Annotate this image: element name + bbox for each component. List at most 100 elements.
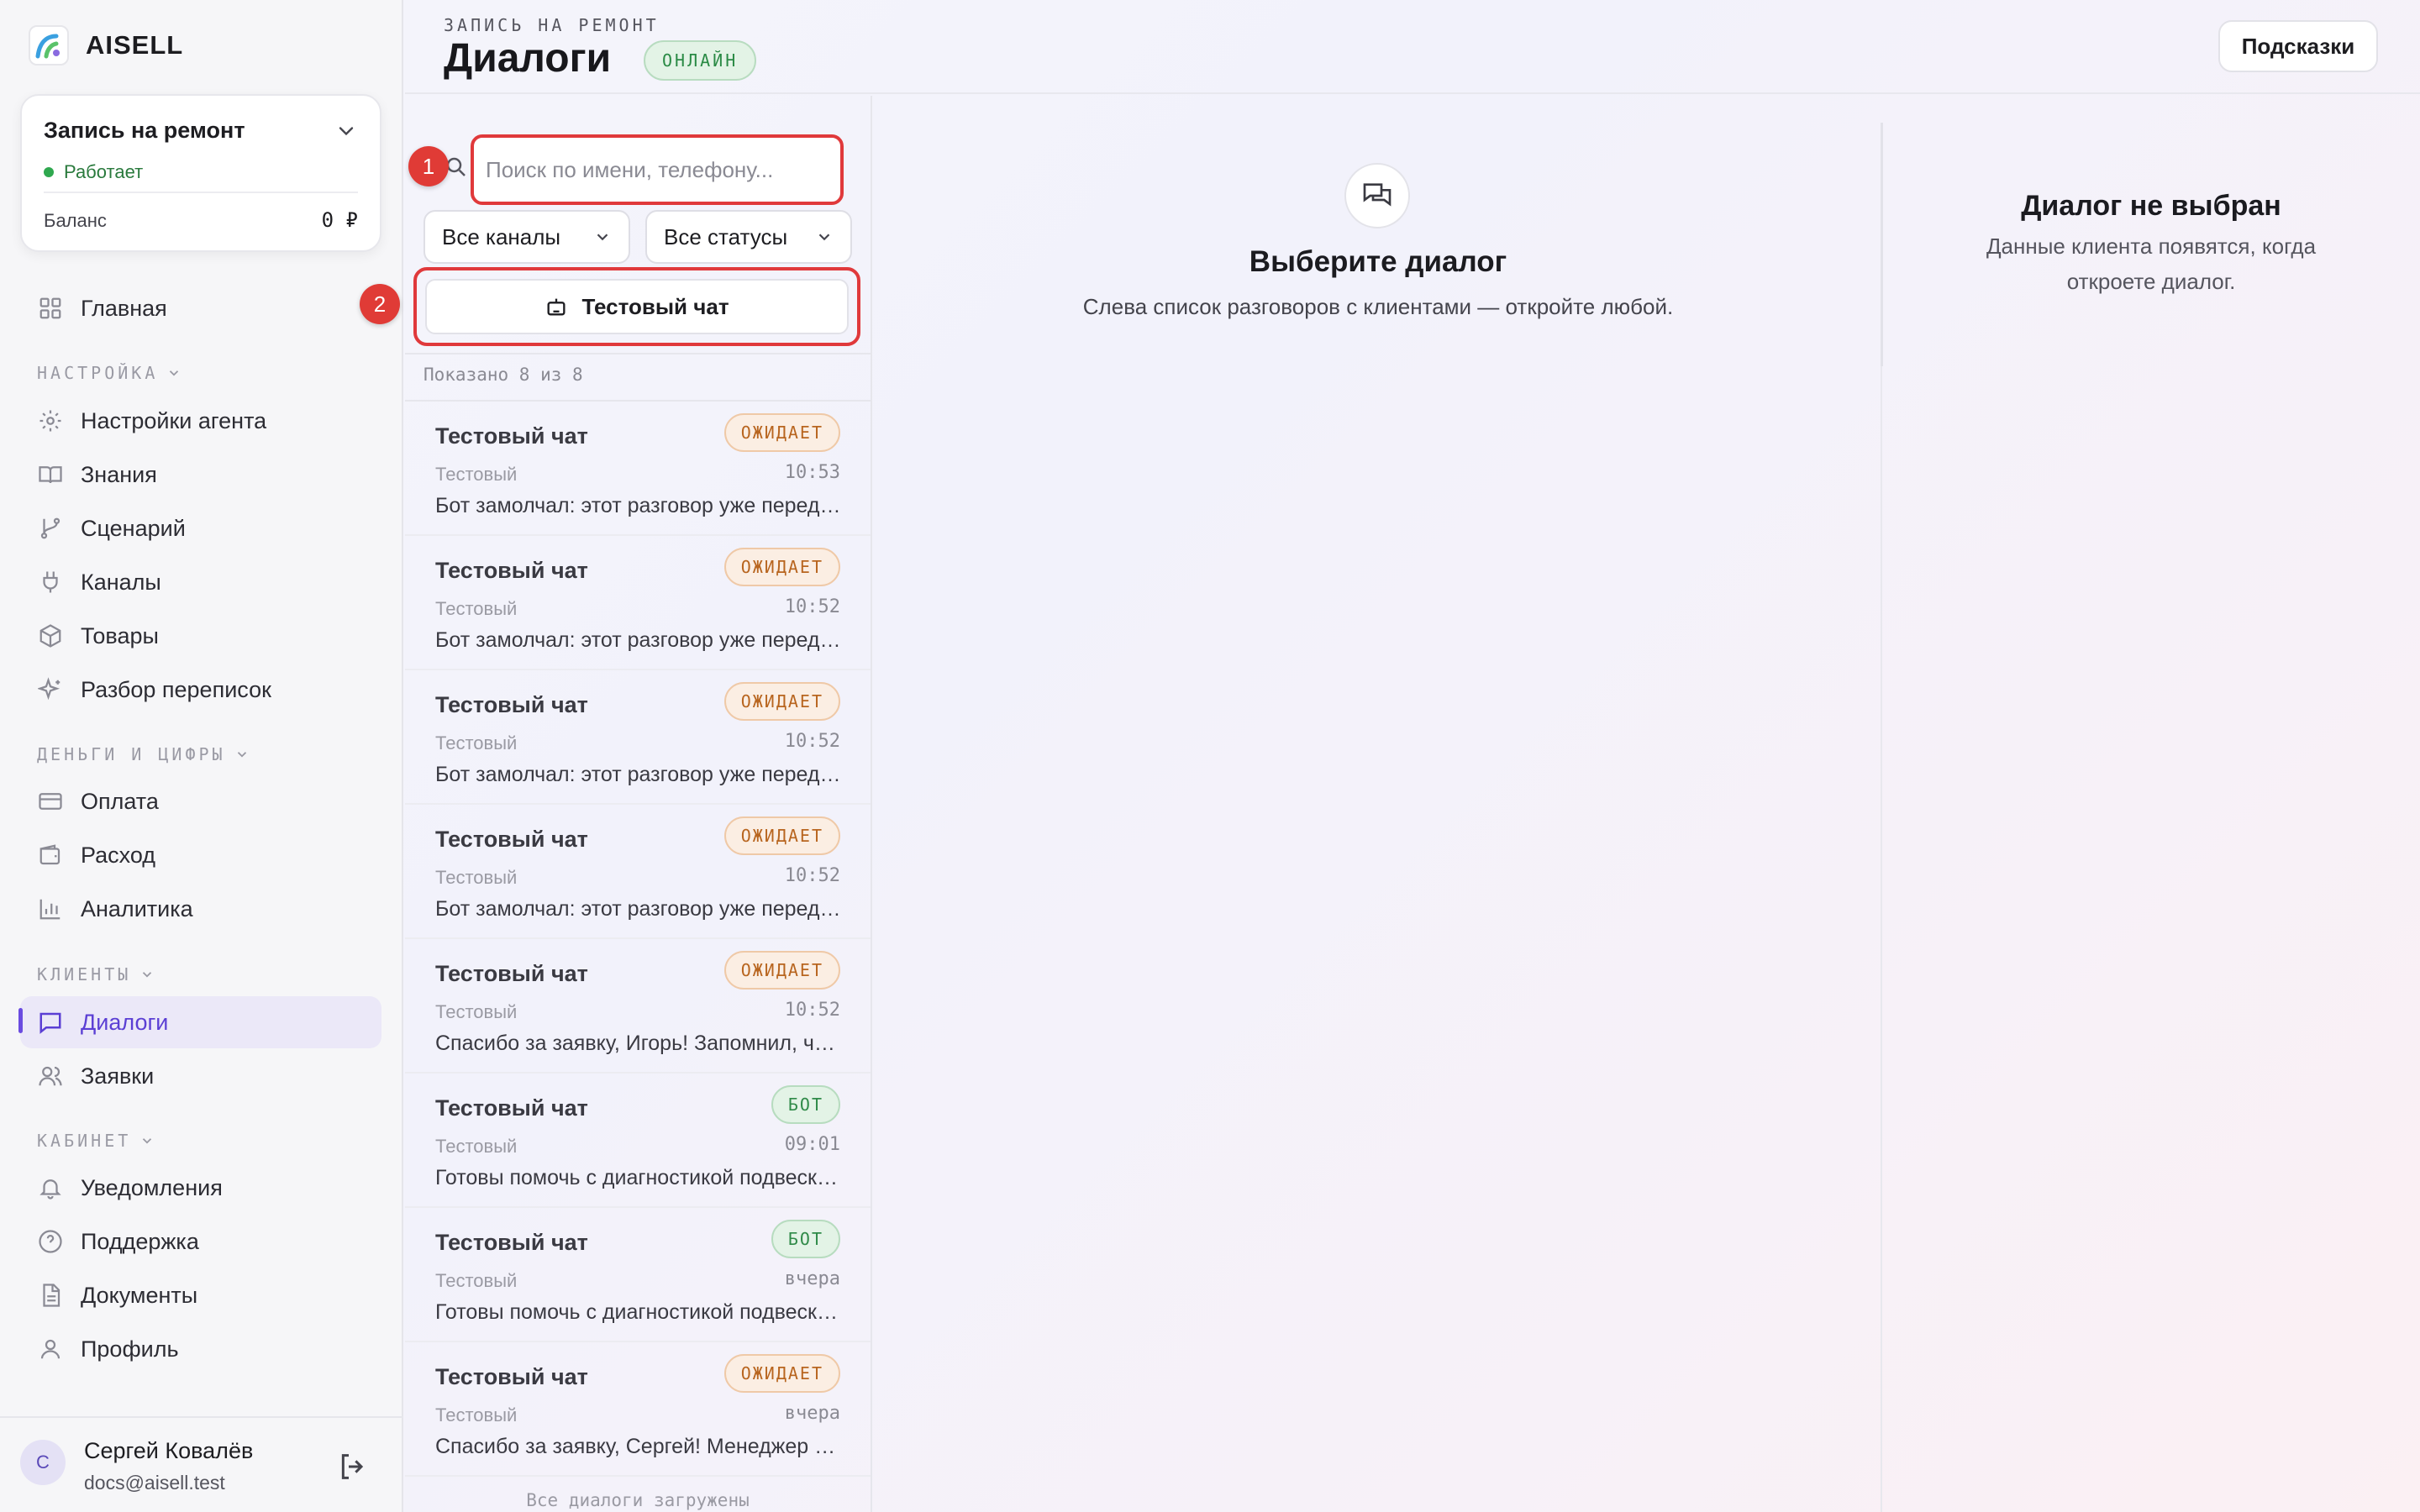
nav-item-support[interactable]: Поддержка [20,1215,381,1268]
dialog-time: вчера [784,1403,840,1424]
balance-value: 0 ₽ [321,208,358,232]
test-chat-label: Тестовый чат [581,293,729,319]
status-badge: ОЖИДАЕТ [723,413,840,452]
status-badge: ОЖИДАЕТ [723,548,840,586]
channel-filter[interactable]: Все каналы [424,210,630,264]
nav-label: Уведомления [81,1174,223,1200]
section-clients[interactable]: КЛИЕНТЫ [37,964,155,984]
avatar[interactable]: С [20,1440,66,1485]
dialog-item[interactable]: Тестовый чат ОЖИДАЕТ Тестовый 10:52 Бот замо… [405,805,871,939]
nav-item-profile[interactable]: Профиль [20,1323,381,1375]
gear-icon [37,407,64,434]
status-dot [44,167,54,177]
dialog-time: вчера [784,1268,840,1289]
nav-item-expense[interactable]: Расход [20,829,381,881]
dialog-name: Тестовый чат [435,1364,588,1389]
nav-item-goods[interactable]: Товары [20,610,381,662]
dialog-channel: Тестовый [435,1136,518,1157]
chevron-down-icon[interactable] [334,119,358,143]
shown-count: Показано 8 из 8 [424,365,583,385]
status-filter[interactable]: Все статусы [645,210,852,264]
dialog-channel: Тестовый [435,1270,518,1291]
status-badge: БОТ [771,1085,840,1124]
dialog-preview: Готовы помочь с диагностикой подвески ва… [435,1300,844,1324]
section-cabinet[interactable]: КАБИНЕТ [37,1131,155,1151]
dialog-channel: Тестовый [435,732,518,753]
divider [0,1416,403,1418]
chevron-down-icon [143,1138,152,1144]
wallet-icon [37,842,64,869]
nav-label: Сценарий [81,515,186,541]
nav-label: Заявки [81,1063,155,1089]
project-status: Работает [44,161,143,183]
logout-icon[interactable] [336,1450,370,1483]
nav-item-channels[interactable]: Каналы [20,556,381,608]
status-badge: ОЖИДАЕТ [723,951,840,990]
dialog-preview: Бот замолчал: этот разговор уже передан … [435,628,844,652]
search-input[interactable] [486,150,822,190]
section-money[interactable]: ДЕНЬГИ И ЦИФРЫ [37,744,250,764]
search-highlight [471,134,844,205]
nav-item-requests[interactable]: Заявки [20,1050,381,1102]
nav-label: Оплата [81,788,159,814]
nav-label: Поддержка [81,1228,199,1254]
nav-label: Аналитика [81,895,193,921]
section-settings[interactable]: НАСТРОЙКА [37,363,182,383]
dialog-item[interactable]: Тестовый чат ОЖИДАЕТ Тестовый 10:53 Бот замо… [405,402,871,536]
client-panel-title: Диалог не выбран [2021,190,2281,222]
nav-item-payment[interactable]: Оплата [20,775,381,827]
dialog-time: 10:52 [784,596,840,617]
dialog-item[interactable]: Тестовый чат ОЖИДАЕТ Тестовый 10:52 Бот замо… [405,670,871,805]
chevron-down-icon [818,234,830,241]
chart-icon [37,895,64,922]
dialog-item[interactable]: Тестовый чат ОЖИДАЕТ Тестовый 10:52 Спасибо … [405,939,871,1074]
branch-icon [37,515,64,542]
nav-item-home[interactable]: Главная [20,282,381,334]
robot-icon [547,298,566,316]
divider [44,192,358,193]
nav-item-agent-settings[interactable]: Настройки агента [20,395,381,447]
nav-item-review[interactable]: Разбор переписок [20,664,381,716]
chevron-down-icon [170,370,179,376]
document-icon [37,1282,64,1309]
dialog-preview: Готовы помочь с диагностикой подвески ва… [435,1166,844,1189]
dialog-preview: Спасибо за заявку, Сергей! Менеджер свяж… [435,1435,844,1458]
section-label: ДЕНЬГИ И ЦИФРЫ [37,744,226,764]
status-badge: ОЖИДАЕТ [723,816,840,855]
nav-item-documents[interactable]: Документы [20,1269,381,1321]
dialog-item[interactable]: Тестовый чат БОТ Тестовый вчера Готовы помоч… [405,1208,871,1342]
empty-title: Выберите диалог [1249,245,1507,278]
dialog-item[interactable]: Тестовый чат ОЖИДАЕТ Тестовый вчера Спасибо … [405,1342,871,1477]
channel-filter-value: Все каналы [442,223,561,249]
nav-item-notifications[interactable]: Уведомления [20,1162,381,1214]
grid-icon [37,295,64,322]
test-chat-button[interactable]: Тестовый чат [425,279,849,334]
nav-label: Диалоги [81,1009,169,1035]
nav-label: Расход [81,842,156,868]
status-badge: ОЖИДАЕТ [723,1354,840,1393]
dialog-preview: Бот замолчал: этот разговор уже передан … [435,763,844,786]
dialog-item[interactable]: Тестовый чат ОЖИДАЕТ Тестовый 10:52 Бот замо… [405,536,871,670]
nav-label: Профиль [81,1336,179,1362]
chevron-down-icon [597,234,608,241]
dialog-channel: Тестовый [435,598,518,619]
nav-item-analytics[interactable]: Аналитика [20,883,381,935]
nav-item-scenario[interactable]: Сценарий [20,502,381,554]
dialog-name: Тестовый чат [435,827,588,852]
nav-label: Главная [81,295,167,321]
section-label: КАБИНЕТ [37,1131,132,1151]
nav-label: Документы [81,1282,198,1308]
hints-button[interactable]: Подсказки [2218,20,2378,72]
project-card[interactable]: Запись на ремонт Работает Баланс 0 ₽ [20,94,381,252]
page-header: ЗАПИСЬ НА РЕМОНТ Диалоги ОНЛАЙН Подсказк… [405,0,2420,94]
nav-item-dialogs[interactable]: Диалоги [20,996,381,1048]
dialog-item[interactable]: Тестовый чат БОТ Тестовый 09:01 Готовы помоч… [405,1074,871,1208]
nav-item-knowledge[interactable]: Знания [20,449,381,501]
dialog-time: 10:52 [784,865,840,886]
brand[interactable]: AISELL [29,25,183,66]
person-icon [37,1336,64,1362]
nav-label: Каналы [81,569,161,595]
book-icon [37,461,64,488]
project-title: Запись на ремонт [44,118,245,143]
balance-label: Баланс [44,210,107,231]
